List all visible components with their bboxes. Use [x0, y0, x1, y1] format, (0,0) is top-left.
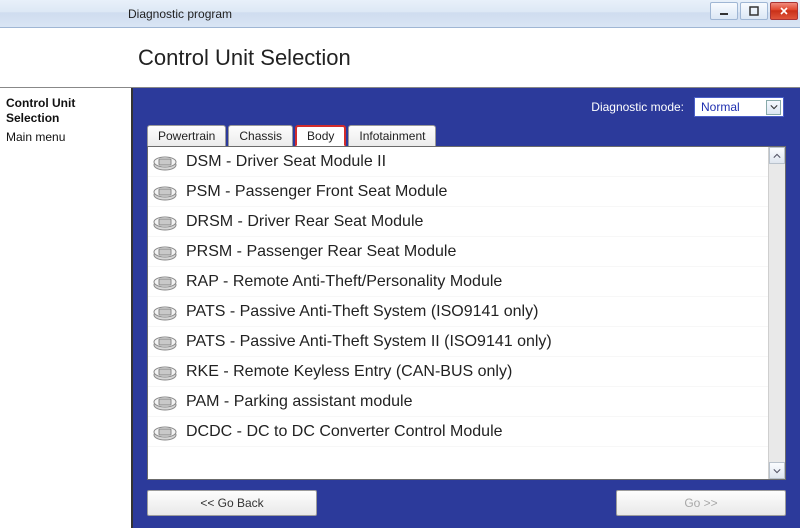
- module-label: DCDC - DC to DC Converter Control Module: [186, 423, 503, 441]
- chip-icon: [152, 272, 178, 292]
- list-item[interactable]: PATS - Passive Anti-Theft System (ISO914…: [148, 297, 768, 327]
- module-label: PAM - Parking assistant module: [186, 393, 412, 411]
- scroll-up-button[interactable]: [769, 147, 785, 164]
- maximize-icon: [749, 6, 759, 16]
- scroll-down-button[interactable]: [769, 462, 785, 479]
- module-label: PATS - Passive Anti-Theft System (ISO914…: [186, 303, 538, 321]
- module-label: DSM - Driver Seat Module II: [186, 153, 386, 171]
- footer-bar: << Go Back Go >>: [147, 480, 786, 518]
- list-item[interactable]: PAM - Parking assistant module: [148, 387, 768, 417]
- tab-chassis[interactable]: Chassis: [228, 125, 293, 146]
- sidebar-item-control-unit-selection[interactable]: Control Unit Selection: [6, 94, 125, 128]
- sidebar-item-main-menu[interactable]: Main menu: [6, 128, 125, 147]
- scroll-track[interactable]: [769, 164, 785, 462]
- list-item[interactable]: DRSM - Driver Rear Seat Module: [148, 207, 768, 237]
- module-list-container: DSM - Driver Seat Module II PSM - Passen…: [147, 146, 786, 480]
- chip-icon: [152, 362, 178, 382]
- chevron-up-icon: [773, 152, 781, 160]
- chip-icon: [152, 422, 178, 442]
- minimize-button[interactable]: [710, 2, 738, 20]
- module-label: DRSM - Driver Rear Seat Module: [186, 213, 423, 231]
- page-title: Control Unit Selection: [138, 45, 351, 71]
- module-label: RAP - Remote Anti-Theft/Personality Modu…: [186, 273, 502, 291]
- minimize-icon: [719, 6, 729, 16]
- close-icon: [779, 6, 789, 16]
- module-label: RKE - Remote Keyless Entry (CAN-BUS only…: [186, 363, 512, 381]
- window-title: Diagnostic program: [8, 7, 232, 21]
- tab-body[interactable]: Body: [295, 125, 346, 147]
- list-item[interactable]: DCDC - DC to DC Converter Control Module: [148, 417, 768, 447]
- chip-icon: [152, 182, 178, 202]
- tab-bar: Powertrain Chassis Body Infotainment: [147, 124, 786, 146]
- main-layout: Control Unit Selection Main menu Diagnos…: [0, 88, 800, 528]
- mode-bar: Diagnostic mode: Normal: [147, 94, 786, 120]
- list-item[interactable]: DSM - Driver Seat Module II: [148, 147, 768, 177]
- chip-icon: [152, 332, 178, 352]
- module-list: DSM - Driver Seat Module II PSM - Passen…: [148, 147, 768, 479]
- window-buttons: [710, 2, 798, 20]
- maximize-button[interactable]: [740, 2, 768, 20]
- list-item[interactable]: RAP - Remote Anti-Theft/Personality Modu…: [148, 267, 768, 297]
- close-button[interactable]: [770, 2, 798, 20]
- page-header: Control Unit Selection: [0, 28, 800, 88]
- chip-icon: [152, 212, 178, 232]
- chip-icon: [152, 392, 178, 412]
- module-label: PATS - Passive Anti-Theft System II (ISO…: [186, 333, 552, 351]
- list-item[interactable]: RKE - Remote Keyless Entry (CAN-BUS only…: [148, 357, 768, 387]
- mode-select-value: Normal: [701, 100, 740, 114]
- list-item[interactable]: PSM - Passenger Front Seat Module: [148, 177, 768, 207]
- mode-label: Diagnostic mode:: [591, 100, 684, 114]
- window-titlebar: Diagnostic program: [0, 0, 800, 28]
- module-label: PSM - Passenger Front Seat Module: [186, 183, 447, 201]
- sidebar: Control Unit Selection Main menu: [0, 88, 133, 528]
- main-area: Diagnostic mode: Normal Powertrain Chass…: [133, 88, 800, 528]
- go-button[interactable]: Go >>: [616, 490, 786, 516]
- module-label: PRSM - Passenger Rear Seat Module: [186, 243, 456, 261]
- mode-select[interactable]: Normal: [694, 97, 784, 117]
- tab-infotainment[interactable]: Infotainment: [348, 125, 436, 146]
- chip-icon: [152, 242, 178, 262]
- chip-icon: [152, 152, 178, 172]
- chevron-down-icon: [766, 100, 781, 115]
- vertical-scrollbar[interactable]: [768, 147, 785, 479]
- go-back-button[interactable]: << Go Back: [147, 490, 317, 516]
- list-item[interactable]: PRSM - Passenger Rear Seat Module: [148, 237, 768, 267]
- chip-icon: [152, 302, 178, 322]
- chevron-down-icon: [773, 467, 781, 475]
- tab-powertrain[interactable]: Powertrain: [147, 125, 226, 146]
- list-item[interactable]: PATS - Passive Anti-Theft System II (ISO…: [148, 327, 768, 357]
